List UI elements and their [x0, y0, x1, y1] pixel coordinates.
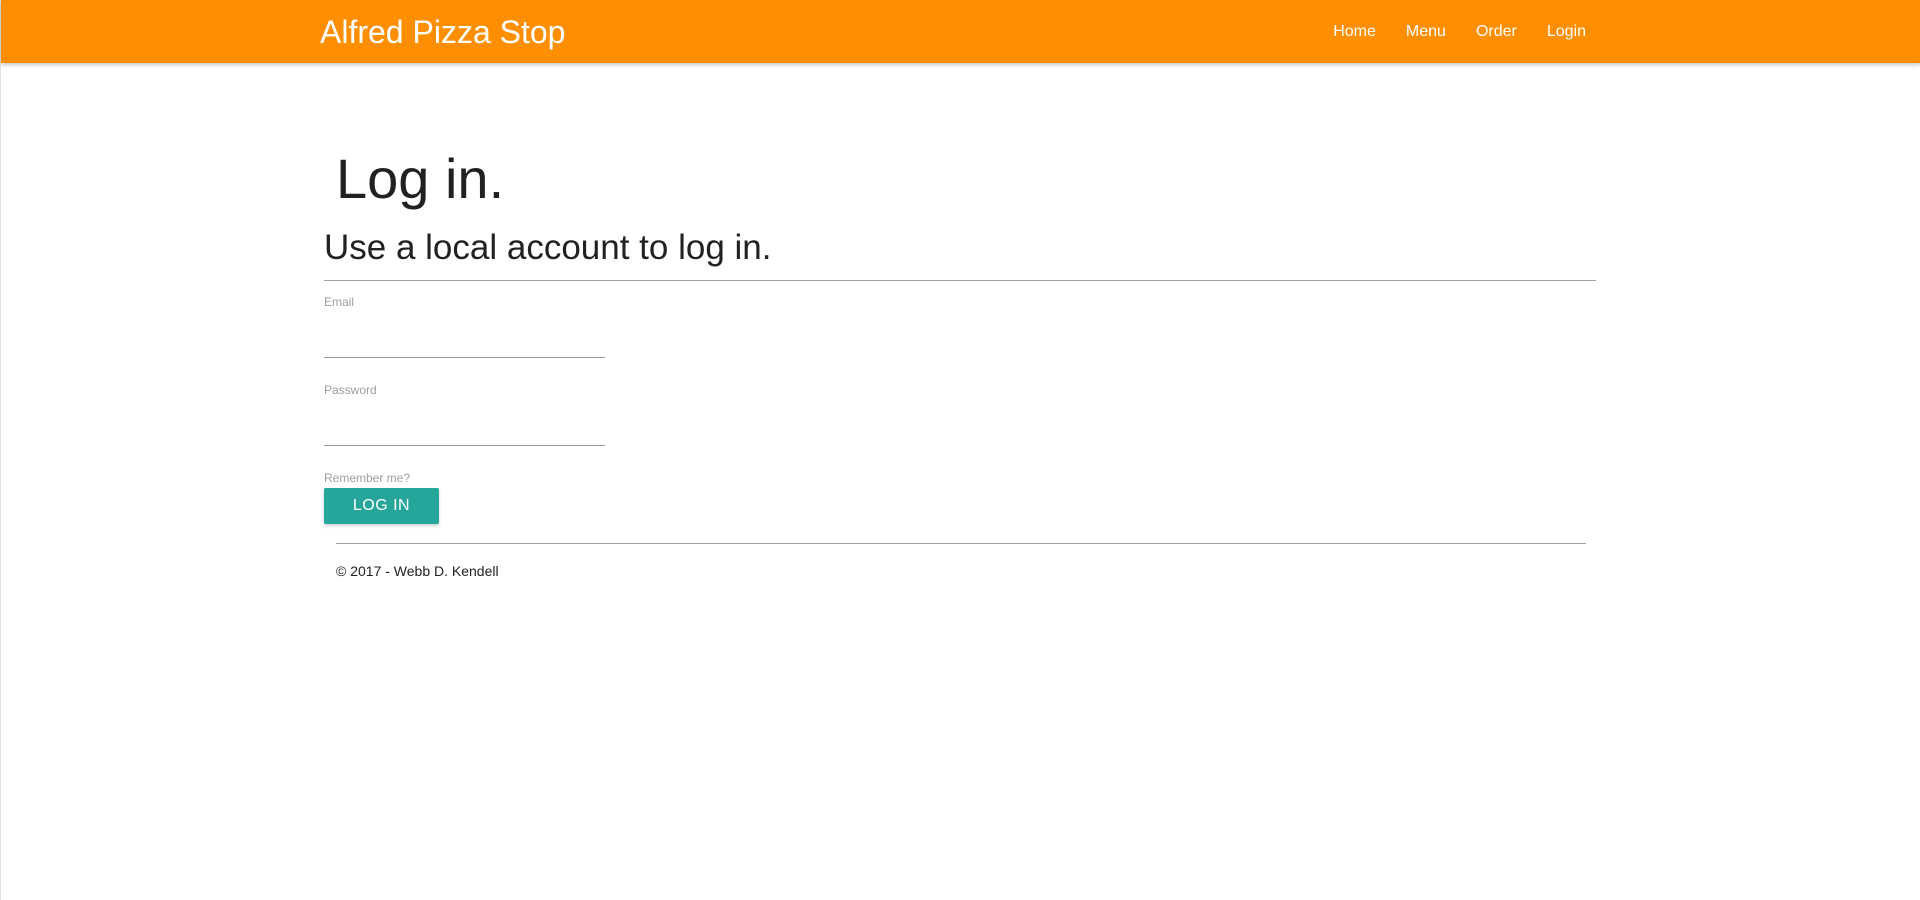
login-page-content: Log in. Use a local account to log in. E… [324, 0, 1596, 600]
footer-divider [336, 543, 1586, 544]
footer-copyright: © 2017 - Webb D. Kendell [336, 563, 499, 579]
page-title: Log in. [336, 147, 505, 210]
email-label: Email [324, 295, 355, 309]
remember-me-label[interactable]: Remember me? [324, 471, 410, 485]
password-field[interactable] [324, 412, 605, 446]
login-subtitle: Use a local account to log in. [324, 228, 772, 267]
section-divider [324, 280, 1596, 281]
log-in-button[interactable]: Log in [324, 488, 439, 524]
password-label: Password [324, 383, 377, 397]
email-field[interactable] [324, 324, 605, 358]
page: Alfred Pizza Stop Home Menu Order Login … [0, 0, 1920, 900]
